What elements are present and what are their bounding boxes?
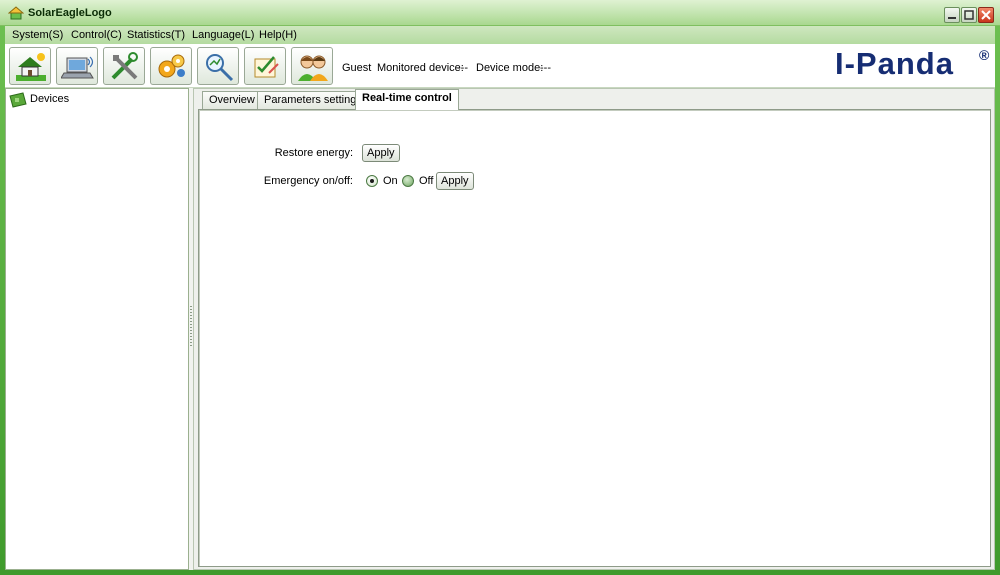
close-icon <box>981 10 991 20</box>
emergency-off-radio[interactable] <box>402 175 414 187</box>
menu-help[interactable]: Help(H) <box>259 29 297 41</box>
laptop-wireless-icon <box>61 56 94 79</box>
users-icon <box>298 55 328 81</box>
splitter-grip[interactable] <box>190 306 192 348</box>
menu-statistics[interactable]: Statistics(T) <box>127 29 185 41</box>
restore-energy-label: Restore energy: <box>274 147 353 159</box>
menu-language[interactable]: Language(L) <box>192 29 254 41</box>
gear-settings-icon <box>158 54 185 78</box>
device-mode-value: --- <box>540 62 551 74</box>
maximize-button[interactable] <box>961 7 977 23</box>
emergency-off-label[interactable]: Off <box>419 175 433 187</box>
emergency-on-radio[interactable] <box>366 175 378 187</box>
close-button[interactable] <box>978 7 994 23</box>
brand-logo: I-Panda <box>835 46 954 81</box>
users-toolbar-button[interactable] <box>291 47 333 85</box>
settings-toolbar-button[interactable] <box>150 47 192 85</box>
search-toolbar-button[interactable] <box>197 47 239 85</box>
tools-toolbar-button[interactable] <box>103 47 145 85</box>
emergency-label: Emergency on/off: <box>263 175 353 187</box>
magnifier-chart-icon <box>206 54 234 82</box>
tools-icon <box>111 52 138 80</box>
device-mode-label: Device mode: <box>476 62 544 74</box>
monitored-device-label: Monitored device: <box>377 62 464 74</box>
app-logo-icon <box>8 6 24 20</box>
tab-overview[interactable]: Overview <box>202 91 262 109</box>
checklist-toolbar-button[interactable] <box>244 47 286 85</box>
minimize-icon <box>948 17 956 19</box>
toolbar: Guest Monitored device: --- Device mode:… <box>5 44 995 88</box>
menu-control[interactable]: Control(C) <box>71 29 122 41</box>
current-user: Guest <box>342 62 372 74</box>
menu-system[interactable]: System(S) <box>12 29 63 41</box>
devices-icon <box>9 92 27 108</box>
device-tree-panel: Devices <box>5 88 189 570</box>
minimize-button[interactable] <box>944 7 960 23</box>
title-bar: SolarEagleLogo <box>0 0 1000 26</box>
window-title: SolarEagleLogo <box>28 7 112 19</box>
device-toolbar-button[interactable] <box>56 47 98 85</box>
menu-bar: System(S) Control(C) Statistics(T) Langu… <box>5 26 995 44</box>
home-toolbar-button[interactable] <box>9 47 51 85</box>
tree-item-devices[interactable]: Devices <box>30 93 69 105</box>
emergency-apply-button[interactable]: Apply <box>436 172 474 190</box>
emergency-on-label[interactable]: On <box>383 175 398 187</box>
maximize-icon <box>964 10 974 20</box>
application-window: SolarEagleLogo System(S) Control(C) Stat… <box>0 0 1000 575</box>
main-panel: Overview Parameters setting Real-time co… <box>193 88 995 570</box>
monitored-device-value: --- <box>457 62 468 74</box>
checklist-edit-icon <box>254 56 279 78</box>
brand-registered-mark: ® <box>979 47 990 63</box>
house-solar-icon <box>16 53 46 81</box>
restore-energy-apply-button[interactable]: Apply <box>362 144 400 162</box>
tab-parameters-setting[interactable]: Parameters setting <box>257 91 364 109</box>
tab-real-time-control[interactable]: Real-time control <box>355 89 459 110</box>
real-time-control-content: Restore energy: Apply Emergency on/off: … <box>198 109 991 567</box>
